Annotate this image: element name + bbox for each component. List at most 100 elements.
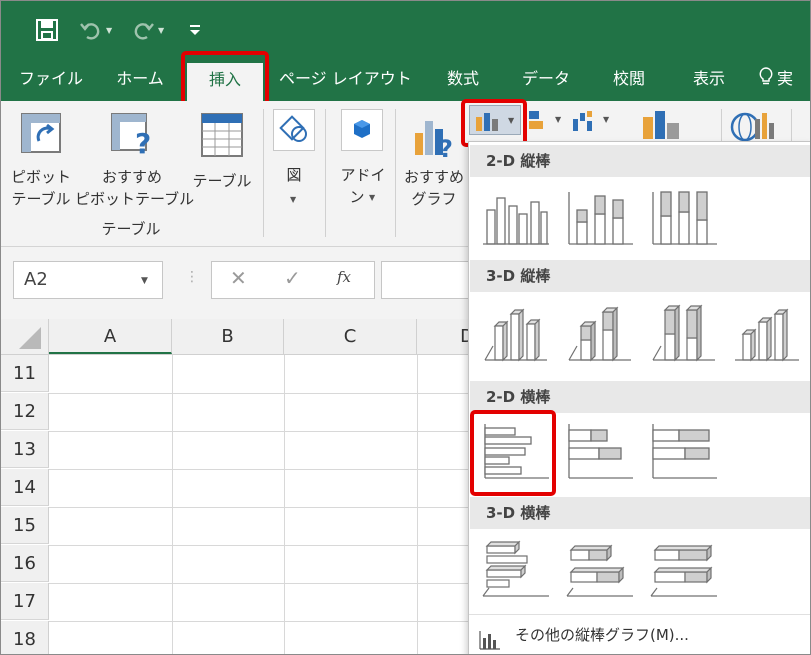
save-icon[interactable]	[35, 17, 59, 43]
ribbon-tabs: ファイル ホーム 挿入 ページ レイアウト 数式 データ 校閲 表示 実	[1, 59, 810, 101]
redo-icon[interactable]: ▼	[131, 17, 164, 43]
chart-option-stacked-bar[interactable]	[563, 418, 637, 484]
excel-window: ▼ ▼ ファイル ホーム 挿入 ページ レイアウト 数式 データ 校閲 表示 実	[0, 0, 811, 655]
row-header-13[interactable]: 13	[1, 431, 49, 468]
column-header-b[interactable]: B	[172, 319, 284, 354]
pivot-chart-button[interactable]	[639, 109, 695, 143]
name-box-dropdown-icon[interactable]: ▼	[141, 276, 148, 286]
row-header-18[interactable]: 18	[1, 621, 49, 654]
row-header-17[interactable]: 17	[1, 583, 49, 620]
tab-home[interactable]: ホーム	[105, 59, 175, 101]
chart-option-clustered-column[interactable]	[479, 184, 553, 250]
column-chart-gallery: 2-D 縦棒 3-D 縦棒 2-D 横棒 3-D 横棒 その他の縦棒グラフ(M)…	[468, 141, 810, 654]
addins-label-2: ン	[349, 188, 365, 206]
enter-icon[interactable]: ✓	[284, 266, 301, 290]
hierarchy-chart-button[interactable]: ▼	[567, 105, 615, 135]
shapes-icon	[273, 109, 315, 151]
pivot-table-button[interactable]: ピボット テーブル	[5, 107, 77, 211]
pivot-table-icon	[21, 113, 61, 157]
more-charts-icon	[479, 625, 501, 654]
chart-option-3d-clustered-column[interactable]	[479, 300, 553, 366]
tab-view[interactable]: 表示	[677, 59, 741, 101]
svg-text:?: ?	[439, 135, 453, 159]
grid-line	[284, 355, 285, 654]
chart-option-clustered-bar[interactable]	[479, 418, 553, 484]
line-chart-icon	[529, 111, 543, 129]
chart-option-3d-column[interactable]	[731, 300, 805, 366]
undo-icon[interactable]: ▼	[79, 17, 112, 43]
column-chart-dropdown-icon: ▼	[508, 116, 515, 125]
addins-button[interactable]: アドイ ン ▼	[335, 107, 391, 211]
row-header-16[interactable]: 16	[1, 545, 49, 582]
grid-line	[49, 393, 469, 394]
chart-option-3d-100-stacked-bar[interactable]	[647, 536, 721, 602]
table-button[interactable]: テーブル	[189, 107, 255, 211]
more-column-charts-link[interactable]: その他の縦棒グラフ(M)...	[469, 614, 810, 654]
grid-line	[49, 545, 469, 546]
insert-function-icon[interactable]: fx	[337, 268, 351, 286]
ribbon-separator	[395, 109, 396, 237]
gallery-section-2d-column: 2-D 縦棒	[470, 145, 810, 177]
select-all-button[interactable]	[1, 319, 49, 354]
addins-dropdown-icon: ▼	[369, 193, 376, 202]
recommended-pivot-label-2: ピボットテーブル	[75, 190, 195, 208]
customize-qat-icon[interactable]	[189, 17, 201, 43]
grid-line	[172, 355, 173, 654]
lightbulb-icon	[759, 60, 773, 100]
recommended-charts-button[interactable]: ? おすすめ グラフ	[399, 107, 469, 211]
ribbon-separator	[263, 109, 264, 237]
ribbon-separator	[325, 109, 326, 237]
table-label: テーブル	[192, 172, 252, 190]
recommended-charts-label-1: おすすめ	[403, 168, 464, 186]
chart-option-3d-stacked-bar[interactable]	[563, 536, 637, 602]
chart-option-100-stacked-column[interactable]	[647, 184, 721, 250]
tab-formulas[interactable]: 数式	[431, 59, 495, 101]
recommended-charts-icon: ?	[413, 111, 459, 163]
store-icon	[341, 109, 383, 151]
gallery-section-2d-bar: 2-D 横棒	[470, 381, 810, 413]
more-column-charts-label: その他の縦棒グラフ(M)...	[515, 626, 689, 644]
grid-line	[417, 355, 418, 654]
gallery-section-3d-column: 3-D 縦棒	[470, 260, 810, 292]
tab-tell-me-label: 実	[777, 69, 794, 88]
pivot-table-label-1: ピボット	[10, 168, 71, 186]
row-header-11[interactable]: 11	[1, 355, 49, 392]
quick-access-toolbar: ▼ ▼	[1, 1, 810, 59]
svg-text:?: ?	[135, 127, 151, 159]
recommended-pivot-icon: ?	[111, 113, 155, 163]
illustrations-button[interactable]: 図 ▼	[271, 107, 317, 211]
formula-bar-grip-icon: ⋮	[185, 269, 199, 285]
3d-map-button[interactable]	[729, 109, 779, 143]
column-header-a[interactable]: A	[49, 319, 172, 354]
cancel-icon[interactable]: ✕	[230, 266, 247, 290]
column-header-c[interactable]: C	[284, 319, 417, 354]
grid-line	[49, 507, 469, 508]
tab-data[interactable]: データ	[511, 59, 581, 101]
chart-option-stacked-column[interactable]	[563, 184, 637, 250]
waterfall-chart-icon	[573, 111, 592, 131]
grid-line	[49, 469, 469, 470]
tab-review[interactable]: 校閲	[597, 59, 661, 101]
tab-tell-me[interactable]: 実	[759, 59, 810, 101]
pivot-chart-icon	[643, 111, 679, 139]
tab-page-layout[interactable]: ページ レイアウト	[279, 59, 412, 101]
chart-option-100-stacked-bar[interactable]	[647, 418, 721, 484]
column-chart-button[interactable]: ▼	[469, 105, 521, 135]
illustrations-label: 図	[286, 166, 302, 184]
tab-insert[interactable]: 挿入	[187, 63, 263, 101]
chart-option-3d-100-stacked-column[interactable]	[647, 300, 721, 366]
line-chart-button[interactable]: ▼	[523, 105, 567, 135]
row-header-15[interactable]: 15	[1, 507, 49, 544]
row-header-14[interactable]: 14	[1, 469, 49, 506]
grid-line	[49, 583, 469, 584]
chart-option-3d-clustered-bar[interactable]	[479, 536, 553, 602]
recommended-pivot-label-1: おすすめ	[101, 168, 162, 186]
column-chart-icon	[476, 113, 498, 131]
recommended-pivot-button[interactable]: ? おすすめ ピボットテーブル	[75, 107, 195, 211]
row-header-12[interactable]: 12	[1, 393, 49, 430]
grid-line	[49, 621, 469, 622]
chart-option-3d-stacked-column[interactable]	[563, 300, 637, 366]
illustrations-dropdown-icon: ▼	[290, 195, 297, 204]
line-chart-dropdown-icon: ▼	[555, 115, 562, 124]
tab-file[interactable]: ファイル	[11, 59, 91, 101]
